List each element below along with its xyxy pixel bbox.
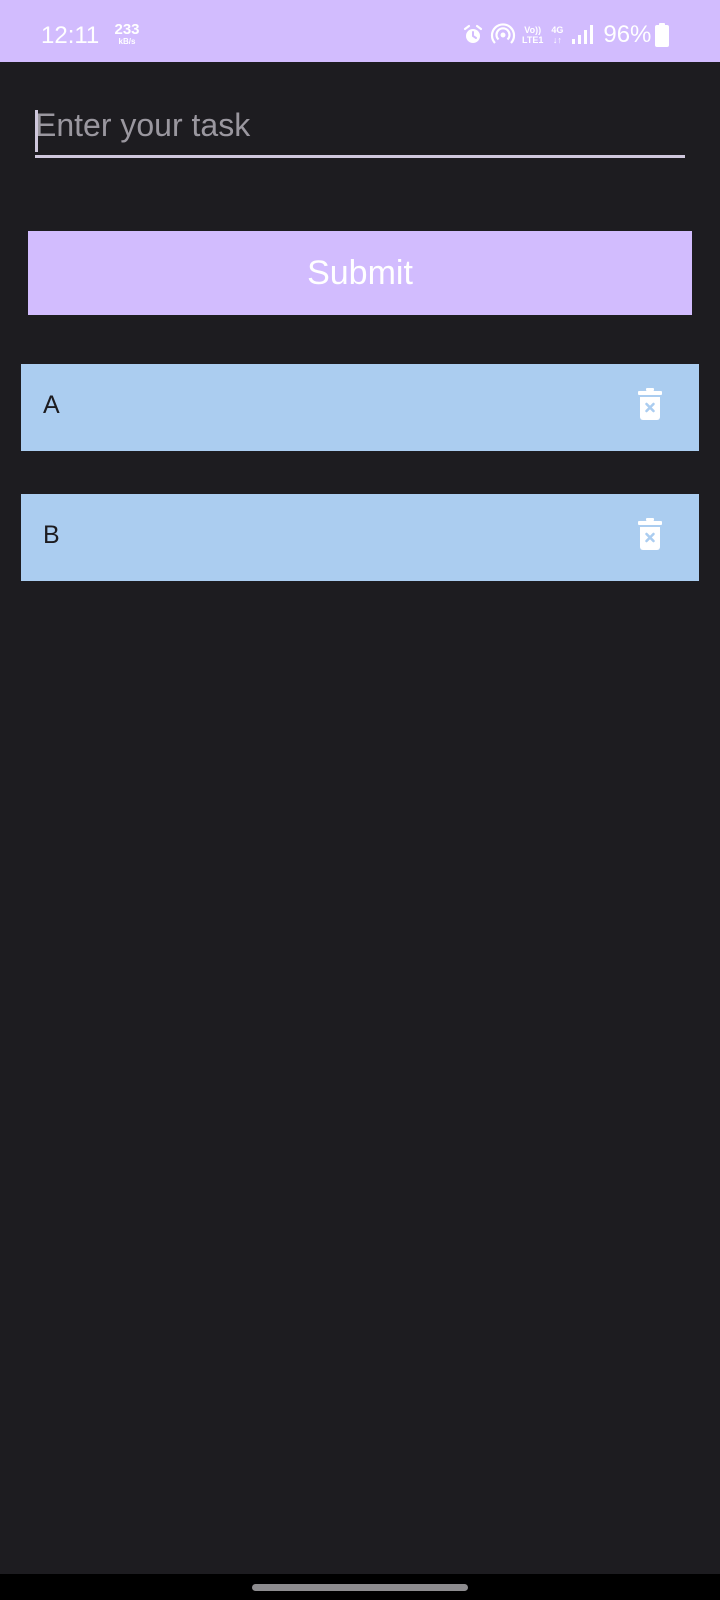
battery-icon bbox=[655, 23, 670, 47]
network-type: 4G bbox=[551, 25, 564, 35]
network-speed-unit: kB/s bbox=[118, 37, 136, 46]
navigation-bar bbox=[0, 1574, 720, 1600]
text-cursor bbox=[35, 110, 38, 152]
task-list: A B bbox=[21, 364, 699, 624]
status-bar: 12:11 233 kB/s Vo)) LTE1 4G ↓↑ 96% bbox=[0, 0, 720, 62]
task-item: B bbox=[21, 494, 699, 581]
home-gesture-handle[interactable] bbox=[252, 1584, 468, 1591]
volte-top: Vo)) bbox=[524, 25, 542, 35]
network-speed: 233 kB/s bbox=[113, 22, 141, 46]
alarm-icon bbox=[462, 24, 484, 46]
signal-icon bbox=[571, 25, 594, 45]
task-label: B bbox=[43, 521, 60, 549]
task-input-container bbox=[35, 104, 685, 160]
network-arrows: ↓↑ bbox=[552, 35, 562, 45]
volte-bottom: LTE1 bbox=[522, 35, 544, 45]
task-item: A bbox=[21, 364, 699, 451]
task-input[interactable] bbox=[35, 104, 685, 158]
network-type-indicator: 4G ↓↑ bbox=[551, 25, 563, 45]
status-time: 12:11 bbox=[41, 22, 100, 49]
submit-button[interactable]: Submit bbox=[28, 231, 692, 315]
delete-icon[interactable] bbox=[635, 516, 665, 552]
status-icons: Vo)) LTE1 4G ↓↑ 96% bbox=[462, 20, 675, 50]
delete-icon[interactable] bbox=[635, 386, 665, 422]
volte-indicator: Vo)) LTE1 bbox=[522, 25, 543, 45]
network-speed-value: 233 bbox=[114, 21, 140, 38]
task-label: A bbox=[43, 391, 60, 419]
hotspot-icon bbox=[490, 22, 516, 48]
battery-percent: 96% bbox=[603, 21, 652, 48]
